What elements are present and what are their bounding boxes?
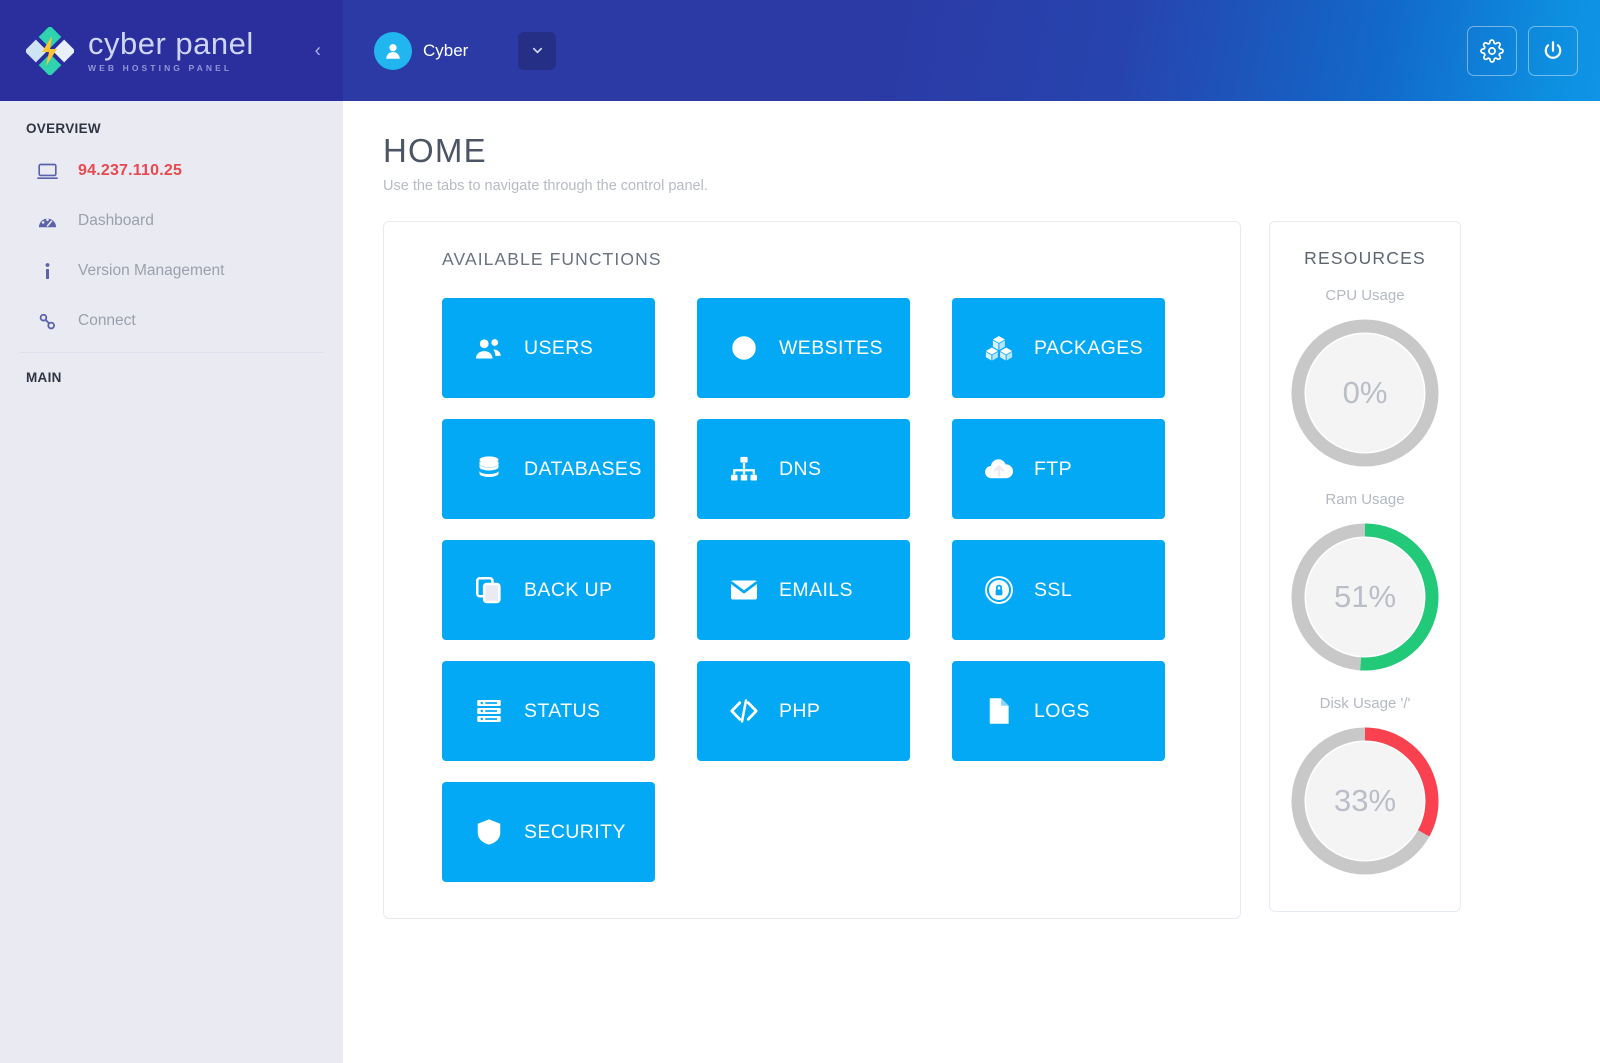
user-name: Cyber — [423, 41, 468, 61]
cloud-upload-icon — [982, 454, 1016, 484]
function-tile-back-up[interactable]: BACK UP — [442, 540, 655, 640]
sitemap-icon — [727, 454, 761, 484]
gauge-value: 0% — [1285, 313, 1445, 473]
sidebar-item-version-management[interactable]: Version Management — [0, 246, 343, 296]
function-tile-packages[interactable]: PACKAGES — [952, 298, 1165, 398]
monitor-icon — [34, 161, 60, 182]
brand-header[interactable]: cyber panel WEB HOSTING PANEL ‹ — [0, 0, 343, 101]
sidebar: cyber panel WEB HOSTING PANEL ‹ OVERVIEW… — [0, 0, 343, 1063]
page-content: HOME Use the tabs to navigate through th… — [343, 101, 1600, 1063]
page-subtitle: Use the tabs to navigate through the con… — [383, 178, 1568, 194]
gauge-dashboard-icon — [34, 211, 60, 232]
resources-card: RESOURCES CPU Usage 0% Ram Usage 51% Disk Us… — [1269, 221, 1461, 912]
user-chip[interactable]: Cyber — [374, 32, 468, 70]
brand-subtitle: WEB HOSTING PANEL — [88, 63, 254, 73]
function-tile-security[interactable]: SECURITY — [442, 782, 655, 882]
sidebar-item-label: Connect — [78, 312, 136, 330]
shield-icon — [472, 817, 506, 847]
function-tile-label: EMAILS — [779, 579, 853, 602]
user-avatar-icon — [374, 32, 412, 70]
function-tile-label: SECURITY — [524, 821, 626, 844]
page-title: HOME — [383, 133, 1568, 169]
sidebar-item-dashboard[interactable]: Dashboard — [0, 196, 343, 246]
envelope-icon — [727, 575, 761, 605]
function-tile-label: PHP — [779, 700, 820, 723]
database-icon — [472, 454, 506, 484]
copy-icon — [472, 575, 506, 605]
main-region: Cyber — [343, 0, 1600, 1063]
gauge-ring: 0% — [1285, 313, 1445, 473]
function-tile-label: STATUS — [524, 700, 600, 723]
chevron-left-icon[interactable]: ‹ — [315, 41, 321, 60]
gauge-cpu-usage: CPU Usage 0% — [1280, 287, 1450, 473]
gauge-ring: 51% — [1285, 517, 1445, 677]
available-functions-heading: AVAILABLE FUNCTIONS — [442, 249, 1210, 270]
code-icon — [727, 696, 761, 726]
sidebar-item-label: Dashboard — [78, 212, 154, 230]
function-tile-emails[interactable]: EMAILS — [697, 540, 910, 640]
function-tile-ftp[interactable]: FTP — [952, 419, 1165, 519]
user-menu-chevron-down-icon[interactable] — [518, 32, 556, 70]
sidebar-item-label: Version Management — [78, 262, 224, 280]
topbar-actions — [1467, 26, 1578, 76]
gauge-ram-usage: Ram Usage 51% — [1280, 491, 1450, 677]
file-icon — [982, 696, 1016, 726]
lock-circle-icon — [982, 575, 1016, 605]
function-tile-ssl[interactable]: SSL — [952, 540, 1165, 640]
gauge-value: 33% — [1285, 721, 1445, 881]
function-tile-label: FTP — [1034, 458, 1072, 481]
boxes-icon — [982, 333, 1016, 363]
gauge-disk-usage: Disk Usage '/' 33% — [1280, 695, 1450, 881]
function-tile-websites[interactable]: WEBSITES — [697, 298, 910, 398]
function-tile-databases[interactable]: DATABASES — [442, 419, 655, 519]
function-tile-logs[interactable]: LOGS — [952, 661, 1165, 761]
gauge-label: Ram Usage — [1280, 491, 1450, 508]
gauge-value: 51% — [1285, 517, 1445, 677]
available-functions-card: AVAILABLE FUNCTIONS USERS WEBSITES PACKAGE… — [383, 221, 1241, 919]
sidebar-nav: OVERVIEW 94.237.110.25 Dashboard Version Ma… — [0, 101, 343, 1063]
sidebar-section-title: OVERVIEW — [0, 101, 343, 146]
function-tile-label: WEBSITES — [779, 337, 883, 360]
link-icon — [34, 311, 60, 332]
power-icon-button[interactable] — [1528, 26, 1578, 76]
gear-icon-button[interactable] — [1467, 26, 1517, 76]
function-tile-label: DATABASES — [524, 458, 642, 481]
function-tile-label: LOGS — [1034, 700, 1090, 723]
globe-icon — [727, 333, 761, 363]
resource-gauges: CPU Usage 0% Ram Usage 51% Disk Usage '/' 33% — [1280, 287, 1450, 881]
panels: AVAILABLE FUNCTIONS USERS WEBSITES PACKAGE… — [383, 221, 1568, 919]
sidebar-item-connect[interactable]: Connect — [0, 296, 343, 346]
sidebar-item-94-237-110-25[interactable]: 94.237.110.25 — [0, 146, 343, 196]
cyberpanel-diamond-logo-icon — [26, 27, 74, 75]
function-tile-label: BACK UP — [524, 579, 612, 602]
function-tile-label: SSL — [1034, 579, 1072, 602]
sidebar-section-title: MAIN — [0, 353, 343, 1063]
function-tile-label: PACKAGES — [1034, 337, 1143, 360]
function-tile-label: DNS — [779, 458, 821, 481]
gauge-label: CPU Usage — [1280, 287, 1450, 304]
brand-text: cyber panel WEB HOSTING PANEL — [88, 28, 254, 73]
sidebar-item-label: 94.237.110.25 — [78, 162, 182, 180]
function-tile-php[interactable]: PHP — [697, 661, 910, 761]
topbar: Cyber — [343, 0, 1600, 101]
server-icon — [472, 696, 506, 726]
gauge-ring: 33% — [1285, 721, 1445, 881]
resources-heading: RESOURCES — [1280, 248, 1450, 269]
users-icon — [472, 333, 506, 363]
cyberpanel-app: cyber panel WEB HOSTING PANEL ‹ OVERVIEW… — [0, 0, 1600, 1063]
brand-title: cyber panel — [88, 26, 254, 61]
function-tile-users[interactable]: USERS — [442, 298, 655, 398]
function-tile-status[interactable]: STATUS — [442, 661, 655, 761]
function-tile-label: USERS — [524, 337, 593, 360]
function-tiles: USERS WEBSITES PACKAGES DATABASES DNS FTP BACK… — [442, 298, 1210, 882]
info-icon — [34, 261, 60, 282]
function-tile-dns[interactable]: DNS — [697, 419, 910, 519]
gauge-label: Disk Usage '/' — [1280, 695, 1450, 712]
